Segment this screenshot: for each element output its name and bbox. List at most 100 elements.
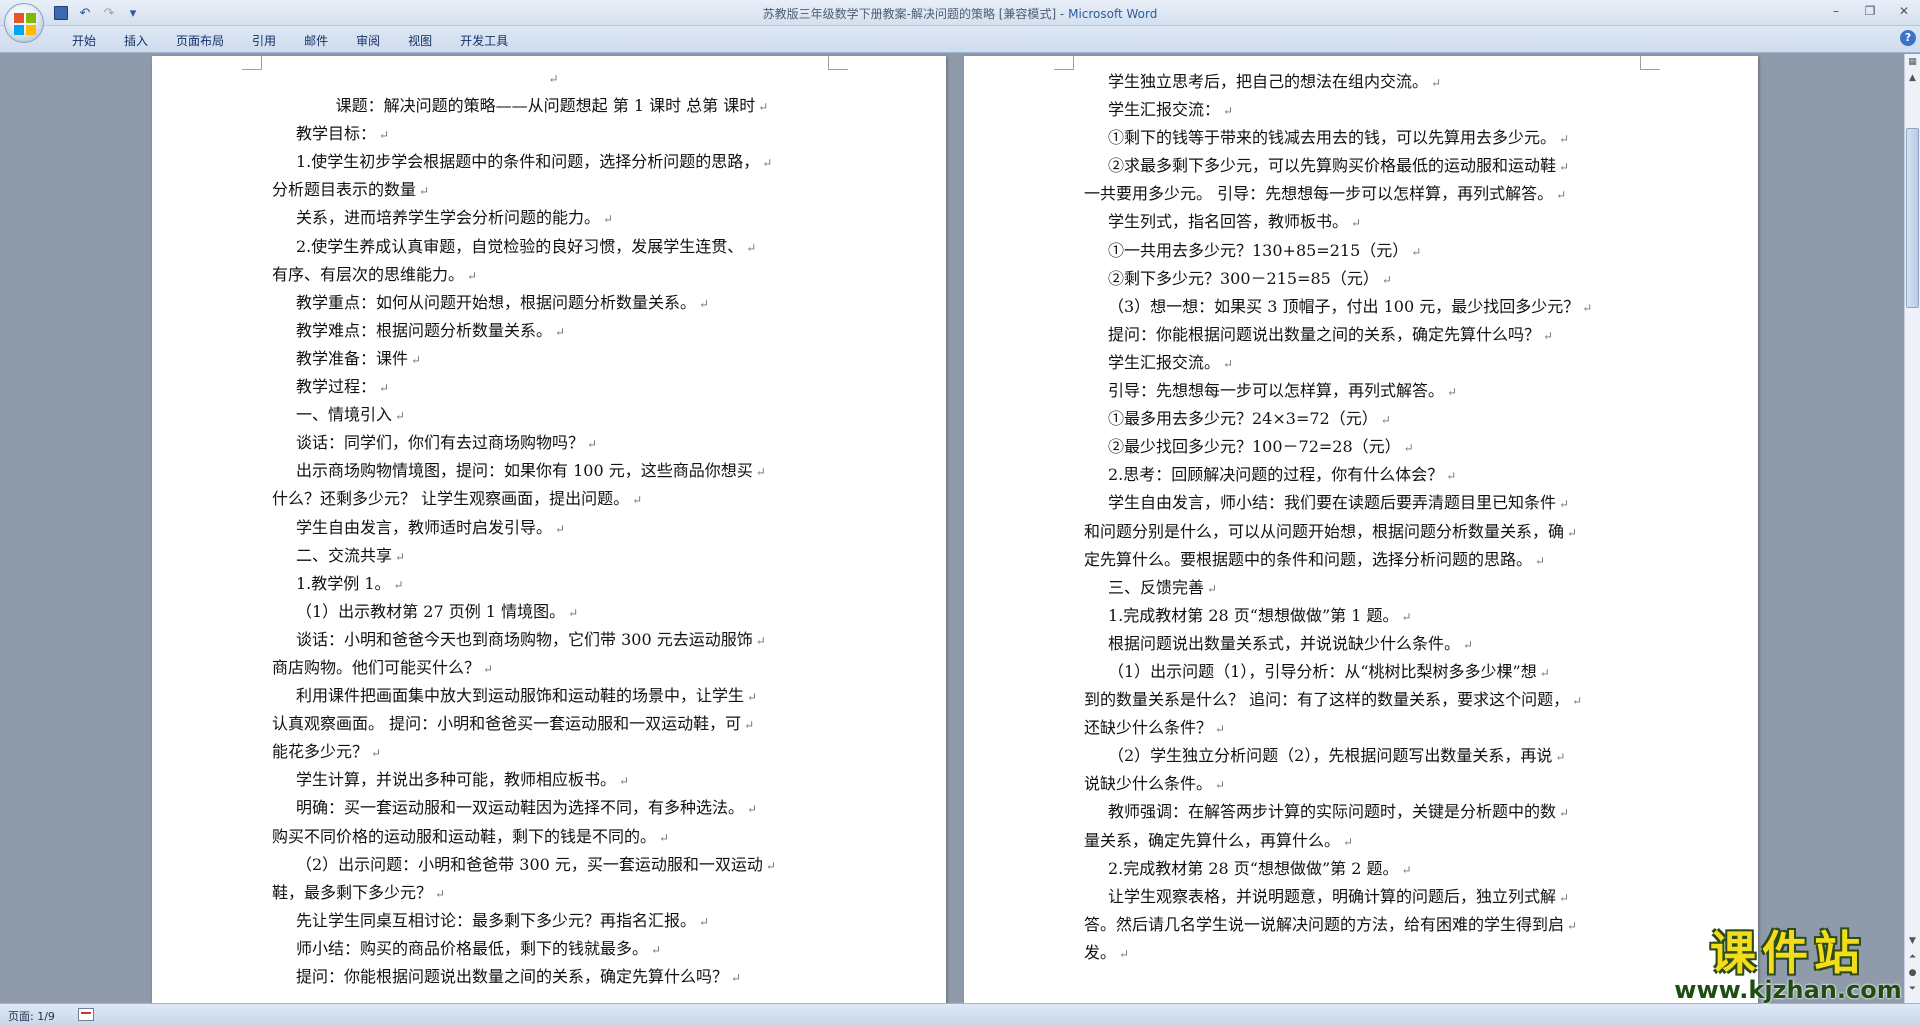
paragraph-line[interactable]: （1）出示问题（1），引导分析：从“桃树比梨树多多少棵”想 ↵ [1084,658,1654,686]
document-area[interactable]: ↵ 课题：解决问题的策略——从问题想起 第 1 课时 总第 课时 ↵ 教学目标： ↵ 1.… [0,54,1904,1003]
paragraph-line[interactable]: 引导：先想想每一步可以怎样算，再列式解答。 ↵ [1084,377,1654,405]
paragraph-line[interactable]: 三、反馈完善 ↵ [1084,574,1654,602]
paragraph-mark-icon: ↵ [1555,750,1566,765]
paragraph-line[interactable]: 1.教学例 1。 ↵ [272,570,832,598]
help-icon[interactable]: ? [1900,30,1916,46]
vertical-scrollbar[interactable]: ▦ ▲ ▼ ⏶ ● ⏷ [1904,54,1920,1003]
paragraph-line[interactable]: 学生汇报交流： ↵ [1084,96,1654,124]
paragraph-mark-icon: ↵ [699,914,710,929]
paragraph-line[interactable]: 1.使学生初步学会根据题中的条件和问题，选择分析问题的思路， ↵ [272,148,832,176]
paragraph-line[interactable]: 先让学生同桌互相讨论：最多剩下多少元？再指名汇报。 ↵ [272,907,832,935]
tab-home[interactable]: 开始 [58,30,110,51]
tab-references[interactable]: 引用 [238,30,290,51]
paragraph-line[interactable]: 还缺少什么条件？ ↵ [1084,714,1654,742]
paragraph-mark-icon: ↵ [1215,778,1226,793]
paragraph-line[interactable]: 教学目标： ↵ [272,120,832,148]
restore-icon[interactable]: ❐ [1860,2,1880,20]
paragraph-line[interactable]: 说缺少什么条件。 ↵ [1084,770,1654,798]
paragraph-line[interactable]: 课题：解决问题的策略——从问题想起 第 1 课时 总第 课时 ↵ [272,92,832,120]
paragraph-line[interactable]: 出示商场购物情境图，提问：如果你有 100 元，这些商品你想买 ↵ [272,457,832,485]
paragraph-line[interactable]: 学生计算，并说出多种可能，教师相应板书。 ↵ [272,766,832,794]
paragraph-line[interactable]: 让学生观察表格，并说明题意，明确计算的问题后，独立列式解 ↵ [1084,883,1654,911]
tab-page-layout[interactable]: 页面布局 [162,30,238,51]
paragraph-line[interactable]: 有序、有层次的思维能力。 ↵ [272,261,832,289]
paragraph-line[interactable]: 2.完成教材第 28 页“想想做做”第 2 题。 ↵ [1084,855,1654,883]
paragraph-line[interactable]: ②求最多剩下多少元，可以先算购买价格最低的运动服和运动鞋 ↵ [1084,152,1654,180]
paragraph-line[interactable]: ①最多用去多少元？24×3=72（元） ↵ [1084,405,1654,433]
paragraph-line[interactable]: 教学重点：如何从问题开始想，根据问题分析数量关系。 ↵ [272,289,832,317]
tab-developer[interactable]: 开发工具 [446,30,522,51]
line-text: （2）学生独立分析问题（2），先根据问题写出数量关系，再说 [1108,746,1553,766]
paragraph-line[interactable]: 教师强调：在解答两步计算的实际问题时，关键是分析题中的数 ↵ [1084,798,1654,826]
paragraph-line[interactable]: 到的数量关系是什么？ 追问：有了这样的数量关系，要求这个问题， ↵ [1084,686,1654,714]
paragraph-mark-icon: ↵ [1401,609,1412,624]
paragraph-line[interactable]: ②最少找回多少元？100－72=28（元） ↵ [1084,433,1654,461]
paragraph-line[interactable]: 答。然后请几名学生说一说解决问题的方法，给有困难的学生得到启 ↵ [1084,911,1654,939]
paragraph-line[interactable]: 明确：买一套运动服和一双运动鞋因为选择不同，有多种选法。 ↵ [272,794,832,822]
ruler-toggle-icon[interactable]: ▦ [1905,54,1920,70]
line-text: ①一共用去多少元？130+85=215（元） [1108,240,1409,260]
paragraph-line[interactable]: 分析题目表示的数量 ↵ [272,176,832,204]
paragraph-line[interactable]: 鞋，最多剩下多少元？ ↵ [272,879,832,907]
paragraph-line[interactable]: 什么？还剩多少元？ 让学生观察画面，提出问题。 ↵ [272,485,832,513]
close-icon[interactable]: ✕ [1894,2,1914,20]
paragraph-line[interactable]: 1.完成教材第 28 页“想想做做”第 1 题。 ↵ [1084,602,1654,630]
paragraph-line[interactable]: 一共要用多少元。 引导：先想想每一步可以怎样算，再列式解答。 ↵ [1084,180,1654,208]
paragraph-line[interactable]: 学生自由发言，教师适时启发引导。 ↵ [272,514,832,542]
office-button[interactable] [4,3,44,43]
line-text: ①剩下的钱等于带来的钱减去用去的钱，可以先算用去多少元。 [1108,128,1557,148]
paragraph-line[interactable]: 量关系，确定先算什么，再算什么。 ↵ [1084,827,1654,855]
paragraph-line[interactable]: 谈话：小明和爸爸今天也到商场购物，它们带 300 元去运动服饰 ↵ [272,626,832,654]
paragraph-line[interactable]: 教学准备：课件 ↵ [272,345,832,373]
paragraph-line[interactable]: 学生列式，指名回答，教师板书。 ↵ [1084,208,1654,236]
line-text: 谈话：小明和爸爸今天也到商场购物，它们带 300 元去运动服饰 [296,629,753,649]
paragraph-line[interactable]: ②剩下多少元？300－215=85（元） ↵ [1084,265,1654,293]
paragraph-line[interactable]: 提问：你能根据问题说出数量之间的关系，确定先算什么吗？ ↵ [1084,321,1654,349]
line-text: 让学生观察表格，并说明题意，明确计算的问题后，独立列式解 [1108,886,1557,906]
paragraph-line[interactable]: 认真观察画面。 提问：小明和爸爸买一套运动服和一双运动鞋，可 ↵ [272,710,832,738]
paragraph-line[interactable]: ↵ [272,64,832,92]
minimize-icon[interactable]: – [1826,2,1846,20]
tab-review[interactable]: 审阅 [342,30,394,51]
paragraph-mark-icon: ↵ [1215,722,1226,737]
paragraph-line[interactable]: 利用课件把画面集中放大到运动服饰和运动鞋的场景中，让学生 ↵ [272,682,832,710]
paragraph-line[interactable]: 一、情境引入 ↵ [272,401,832,429]
proofing-status-icon[interactable] [78,1008,94,1021]
paragraph-line[interactable]: 能花多少元？ ↵ [272,738,832,766]
paragraph-line[interactable]: 二、交流共享 ↵ [272,542,832,570]
paragraph-line[interactable]: 学生独立思考后，把自己的想法在组内交流。 ↵ [1084,68,1654,96]
paragraph-line[interactable]: 学生汇报交流。 ↵ [1084,349,1654,377]
line-text: 利用课件把画面集中放大到运动服饰和运动鞋的场景中，让学生 [296,686,745,706]
paragraph-line[interactable]: ①一共用去多少元？130+85=215（元） ↵ [1084,237,1654,265]
paragraph-line[interactable]: 2.使学生养成认真审题，自觉检验的良好习惯，发展学生连贯、 ↵ [272,233,832,261]
tab-insert[interactable]: 插入 [110,30,162,51]
paragraph-line[interactable]: 定先算什么。要根据题中的条件和问题，选择分析问题的思路。 ↵ [1084,546,1654,574]
paragraph-line[interactable]: 师小结：购买的商品价格最低，剩下的钱就最多。 ↵ [272,935,832,963]
paragraph-line[interactable]: 商店购物。他们可能买什么？ ↵ [272,654,832,682]
page-count[interactable]: 页面: 1/9 [8,1008,55,1024]
paragraph-line[interactable]: 提问：你能根据问题说出数量之间的关系，确定先算什么吗？ ↵ [272,963,832,991]
document-page-2[interactable]: 学生独立思考后，把自己的想法在组内交流。 ↵ 学生汇报交流： ↵ ①剩下的钱等于带来的钱… [964,56,1758,1003]
paragraph-line[interactable]: ①剩下的钱等于带来的钱减去用去的钱，可以先算用去多少元。 ↵ [1084,124,1654,152]
paragraph-line[interactable]: （3）想一想：如果买 3 顶帽子，付出 100 元，最少找回多少元？ ↵ [1084,293,1654,321]
paragraph-line[interactable]: （1）出示教材第 27 页例 1 情境图。 ↵ [272,598,832,626]
paragraph-line[interactable]: 发。 ↵ [1084,939,1654,967]
title-bar: ↶ ↷ ▾ 苏教版三年级数学下册教案-解决问题的策略 [兼容模式] - Micr… [0,0,1920,26]
paragraph-line[interactable]: 教学过程： ↵ [272,373,832,401]
paragraph-line[interactable]: 根据问题说出数量关系式，并说说缺少什么条件。 ↵ [1084,630,1654,658]
paragraph-line[interactable]: （2）出示问题：小明和爸爸带 300 元，买一套运动服和一双运动 ↵ [272,851,832,879]
paragraph-line[interactable]: 购买不同价格的运动服和运动鞋，剩下的钱是不同的。 ↵ [272,823,832,851]
tab-mailings[interactable]: 邮件 [290,30,342,51]
tab-view[interactable]: 视图 [394,30,446,51]
paragraph-line[interactable]: （2）学生独立分析问题（2），先根据问题写出数量关系，再说 ↵ [1084,742,1654,770]
paragraph-line[interactable]: 学生自由发言，师小结：我们要在读题后要弄清题目里已知条件 ↵ [1084,489,1654,517]
paragraph-line[interactable]: 关系，进而培养学生学会分析问题的能力。 ↵ [272,204,832,232]
paragraph-line[interactable]: 教学难点：根据问题分析数量关系。 ↵ [272,317,832,345]
paragraph-mark-icon: ↵ [1411,244,1422,259]
scrollbar-thumb[interactable] [1906,128,1919,308]
paragraph-line[interactable]: 谈话：同学们，你们有去过商场购物吗？ ↵ [272,429,832,457]
paragraph-line[interactable]: 和问题分别是什么，可以从问题开始想，根据问题分析数量关系，确 ↵ [1084,518,1654,546]
paragraph-line[interactable]: 2.思考：回顾解决问题的过程，你有什么体会？ ↵ [1084,461,1654,489]
document-page-1[interactable]: ↵ 课题：解决问题的策略——从问题想起 第 1 课时 总第 课时 ↵ 教学目标： ↵ 1.… [152,56,946,1003]
scroll-up-icon[interactable]: ▲ [1905,70,1920,86]
